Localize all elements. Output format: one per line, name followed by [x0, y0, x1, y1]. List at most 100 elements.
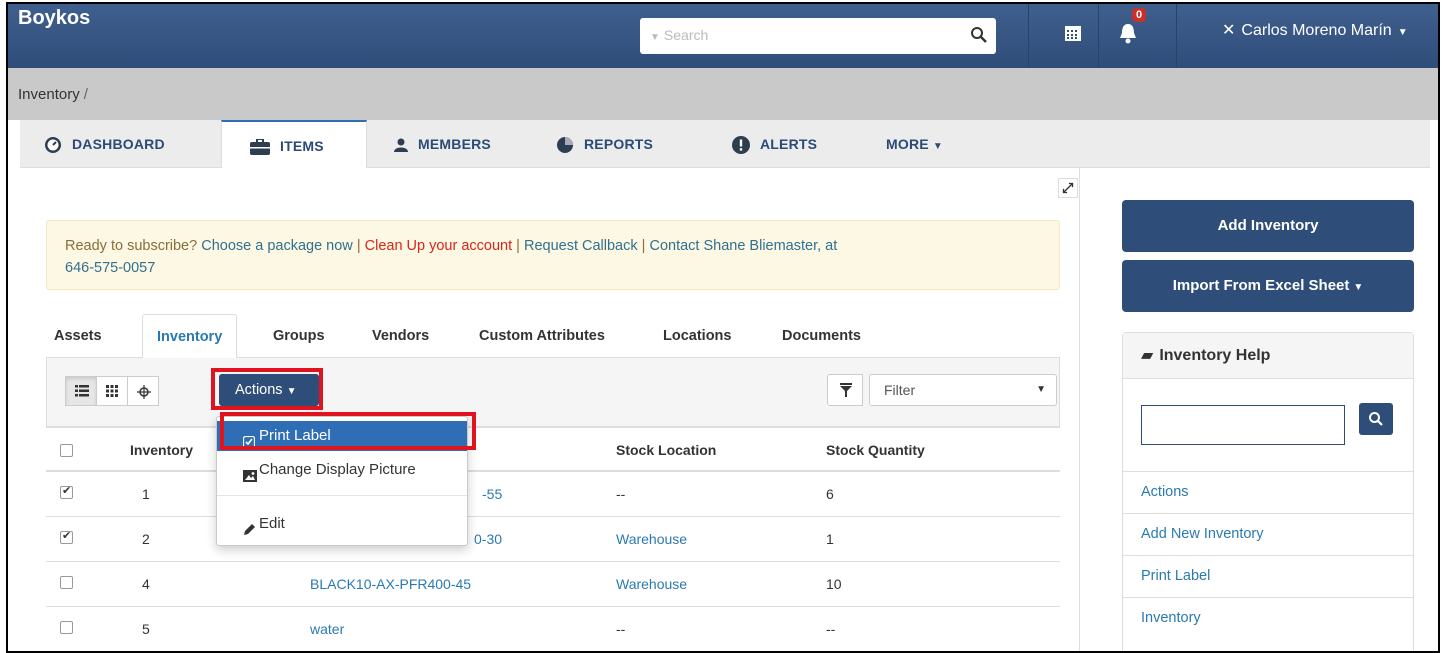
inventory-help-panel: ▰ Inventory Help Actions Add New Inventor… [1122, 332, 1414, 651]
row-quantity: -- [826, 621, 836, 637]
search-icon [1369, 412, 1383, 426]
clean-up-link[interactable]: Clean Up your account [365, 238, 513, 254]
help-link-print-label[interactable]: Print Label [1123, 555, 1413, 595]
subtab-vendors[interactable]: Vendors [372, 314, 429, 358]
row-location[interactable]: Warehouse [616, 531, 687, 547]
row-name[interactable]: 0-30 [474, 531, 502, 547]
caret-down-icon: ▼ [1397, 27, 1408, 38]
import-excel-button[interactable]: Import From Excel Sheet ▼ [1122, 260, 1414, 312]
navbar-divider [1098, 4, 1099, 68]
column-header-stock-quantity[interactable]: Stock Quantity [826, 442, 925, 458]
subtab-inventory[interactable]: Inventory [142, 314, 238, 359]
row-quantity: 6 [826, 486, 834, 502]
list-icon [75, 385, 89, 397]
subtab-custom-attributes[interactable]: Custom Attributes [479, 314, 605, 358]
search-icon[interactable] [970, 26, 988, 44]
book-icon: ▰ [1141, 347, 1154, 364]
breadcrumb-bar: Inventory / [8, 68, 1438, 120]
briefcase-icon [250, 139, 270, 156]
search-placeholder: ▼ Search [650, 27, 709, 43]
filter-select[interactable]: Filter ▼ [869, 374, 1057, 406]
tab-members[interactable]: MEMBERS [394, 120, 491, 168]
caret-down-icon: ▼ [1353, 282, 1364, 293]
content-area: Ready to subscribe? Choose a package now… [20, 168, 1430, 651]
add-inventory-button[interactable]: Add Inventory [1122, 200, 1414, 252]
menu-item-change-display-picture[interactable]: Change Display Picture [217, 455, 467, 485]
map-view-button[interactable] [127, 376, 159, 406]
request-callback-link[interactable]: Request Callback [524, 238, 638, 254]
app-window: Boykos ▼ Search 0 ✕ Carlos Moreno Marín ▼ [6, 2, 1440, 653]
help-link-inventory[interactable]: Inventory [1123, 597, 1413, 637]
chevron-down-icon: ▼ [650, 32, 660, 43]
row-id: 5 [142, 621, 150, 637]
help-link-add-new-inventory[interactable]: Add New Inventory [1123, 513, 1413, 553]
search-box[interactable]: ▼ Search [640, 18, 996, 54]
help-search-input[interactable] [1141, 405, 1345, 445]
caret-down-icon: ▼ [932, 141, 943, 152]
picture-icon [243, 463, 257, 493]
row-name[interactable]: water [310, 621, 344, 637]
row-checkbox[interactable] [60, 576, 73, 589]
subscription-alert: Ready to subscribe? Choose a package now… [46, 220, 1060, 290]
help-panel-header: ▰ Inventory Help [1123, 333, 1413, 379]
row-name[interactable]: BLACK10-AX-PFR400-45 [310, 576, 471, 592]
row-location: -- [616, 621, 626, 637]
row-name[interactable]: -55 [482, 486, 502, 502]
bell-icon[interactable] [1118, 22, 1138, 44]
main-tabs: DASHBOARD ITEMS MEMBERS REPORTS ALERTS M… [20, 120, 1430, 170]
inventory-table: Inventory Stock Location Stock Quantity … [46, 426, 1060, 651]
table-header: Inventory Stock Location Stock Quantity [46, 426, 1060, 472]
user-icon [394, 138, 408, 153]
row-checkbox[interactable] [60, 621, 73, 634]
list-view-button[interactable] [65, 376, 97, 406]
row-checkbox[interactable] [60, 529, 73, 544]
row-location[interactable]: Warehouse [616, 576, 687, 592]
contact-text: Contact Shane Bliemaster, at [649, 238, 838, 254]
pencil-icon [243, 517, 256, 547]
row-id: 2 [142, 531, 150, 547]
subtab-documents[interactable]: Documents [782, 314, 861, 358]
tab-dashboard[interactable]: DASHBOARD [44, 120, 165, 168]
calendar-icon[interactable] [1064, 24, 1082, 42]
help-link-actions[interactable]: Actions [1123, 471, 1413, 511]
user-menu[interactable]: ✕ Carlos Moreno Marín ▼ [1222, 20, 1408, 40]
table-row[interactable]: 4 BLACK10-AX-PFR400-45 Warehouse 10 [46, 562, 1060, 607]
tab-reports[interactable]: REPORTS [556, 120, 653, 168]
tab-items[interactable]: ITEMS [221, 120, 367, 170]
row-id: 4 [142, 576, 150, 592]
brand-logo[interactable]: Boykos [18, 7, 90, 30]
top-navbar: Boykos ▼ Search 0 ✕ Carlos Moreno Marín ▼ [8, 4, 1438, 68]
contact-phone[interactable]: 646-575-0057 [65, 260, 155, 276]
tab-more[interactable]: MORE ▼ [886, 120, 943, 168]
table-row[interactable]: 5 water -- -- [46, 607, 1060, 651]
help-search-button[interactable] [1359, 403, 1393, 435]
row-checkbox[interactable] [60, 484, 73, 499]
crosshair-icon [137, 385, 151, 399]
breadcrumb-item[interactable]: Inventory [18, 86, 80, 103]
column-header-inventory[interactable]: Inventory [130, 442, 193, 458]
table-row[interactable]: 1 -55 -- 6 [46, 472, 1060, 517]
tab-alerts[interactable]: ALERTS [732, 120, 817, 168]
column-header-stock-location[interactable]: Stock Location [616, 442, 716, 458]
expand-icon[interactable] [1058, 178, 1078, 198]
table-toolbar: Actions ▼ Filter ▼ [46, 358, 1060, 426]
grid-icon [106, 385, 118, 397]
pie-chart-icon [557, 137, 573, 154]
navbar-divider [1028, 4, 1029, 68]
table-row[interactable]: 2 0-30 Warehouse 1 [46, 517, 1060, 562]
dashboard-icon [45, 137, 61, 154]
left-pane: Ready to subscribe? Choose a package now… [20, 168, 1080, 651]
grid-view-button[interactable] [96, 376, 128, 406]
breadcrumb-separator: / [83, 86, 88, 103]
navbar-divider [1176, 4, 1177, 68]
print-label-highlight [220, 412, 476, 450]
choose-package-link[interactable]: Choose a package now [201, 238, 353, 254]
subtab-assets[interactable]: Assets [54, 314, 102, 358]
sub-tabs: Assets Inventory Groups Vendors Custom A… [46, 314, 1060, 359]
row-quantity: 10 [826, 576, 842, 592]
menu-item-edit[interactable]: Edit [217, 509, 467, 539]
select-all-checkbox[interactable] [60, 444, 73, 457]
filter-button[interactable] [827, 374, 863, 406]
subtab-groups[interactable]: Groups [273, 314, 325, 358]
subtab-locations[interactable]: Locations [663, 314, 731, 358]
